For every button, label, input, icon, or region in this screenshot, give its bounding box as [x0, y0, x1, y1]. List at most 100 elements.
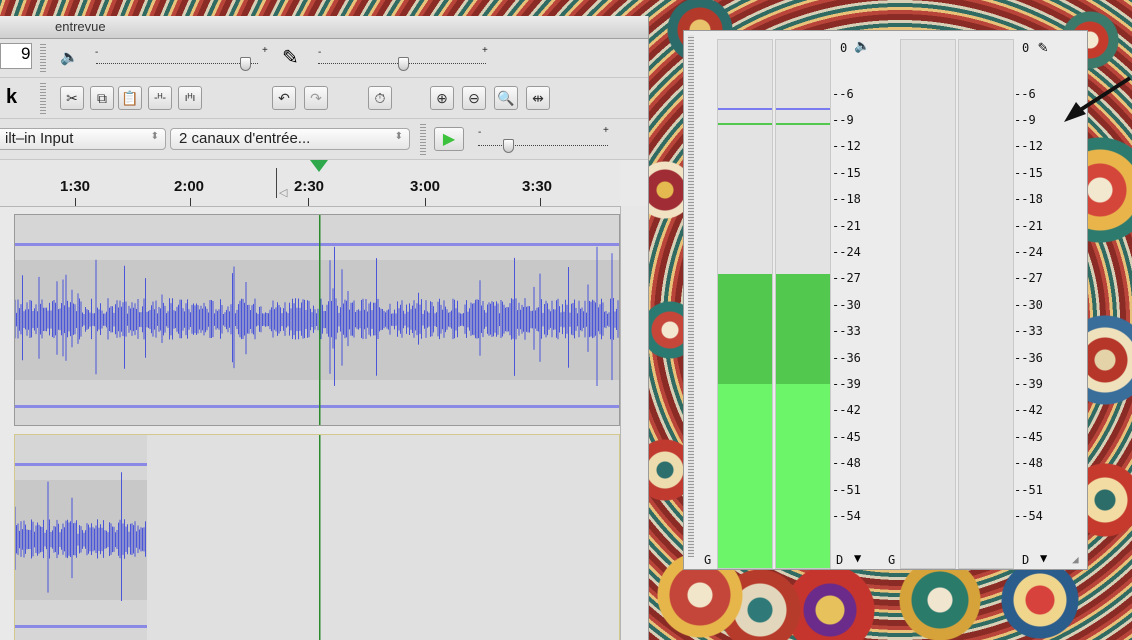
play-at-speed-button[interactable]: ▶: [434, 127, 464, 151]
output-slider-min: -: [95, 47, 99, 58]
record-meter-left-channel: [900, 39, 956, 569]
toolbar-grip[interactable]: [420, 122, 426, 156]
playhead-triangle-icon[interactable]: [310, 160, 328, 172]
silence-button[interactable]: ıᴴı: [178, 86, 202, 110]
scale-tick: --27: [1014, 271, 1043, 285]
scale-tick: --9: [1014, 113, 1036, 127]
silence-icon: ıᴴı: [184, 92, 196, 104]
scale-zero: 0: [1022, 41, 1030, 55]
copy-icon: ⧉: [97, 89, 107, 106]
select-arrows-icon: ⬍: [150, 131, 159, 142]
ruler-label: 2:00: [174, 178, 205, 195]
tool-letter-clipped: k: [6, 86, 18, 108]
ruler-tick: [190, 198, 191, 206]
scale-tick: --12: [832, 139, 861, 153]
fit-project-button[interactable]: ⇹: [526, 86, 550, 110]
scale-tick: --42: [1014, 403, 1043, 417]
peak-level-fill: [776, 274, 830, 384]
audio-track-2[interactable]: [14, 434, 620, 640]
playback-meter-menu-icon[interactable]: ▼: [854, 551, 861, 565]
zoom-in-icon: ⊕: [436, 89, 448, 106]
speed-slider-min: -: [478, 127, 482, 138]
speed-slider-max: +: [603, 125, 609, 136]
playback-left-channel-label: G: [704, 553, 712, 567]
selection-edge: [276, 168, 277, 198]
time-field-text: 9: [21, 44, 31, 63]
input-slider-min: -: [318, 47, 322, 58]
copy-button[interactable]: ⧉: [90, 86, 114, 110]
input-volume-thumb[interactable]: [398, 57, 409, 71]
microphone-icon: ✎: [282, 47, 299, 69]
vertical-scrollbar-track-1[interactable]: [620, 206, 648, 432]
paste-button[interactable]: 📋: [118, 86, 142, 110]
redo-button[interactable]: ↷: [304, 86, 328, 110]
output-volume-slider[interactable]: [96, 63, 258, 65]
peak-level-fill: [718, 274, 772, 384]
scale-tick: --21: [1014, 219, 1043, 233]
ruler-tick: [425, 198, 426, 206]
edit-toolbar: k ✂ ⧉ 📋 -ᴴ- ıᴴı ↶ ↷ ⏱ ⊕ ⊖ 🔍 ⇹: [0, 78, 648, 119]
scale-tick: --45: [1014, 430, 1043, 444]
record-meter-menu-icon[interactable]: ▼: [1040, 551, 1047, 565]
window-title: entrevue: [55, 19, 106, 34]
scale-zero: 0: [840, 41, 848, 55]
fit-project-icon: ⇹: [532, 89, 544, 106]
paste-icon: 📋: [121, 89, 139, 106]
undo-icon: ↶: [278, 89, 290, 106]
scale-tick: --51: [1014, 483, 1043, 497]
fit-selection-button[interactable]: 🔍: [494, 86, 518, 110]
input-device-select[interactable]: ilt–in Input ⬍: [0, 128, 166, 150]
scale-tick: --18: [1014, 192, 1043, 206]
playback-meter-left-channel: [717, 39, 773, 569]
toolbar-grip[interactable]: [40, 42, 46, 74]
playback-meter-right-channel: [775, 39, 831, 569]
playback-meter-scale: 0 🔈 --6 --9 --12 --15 --18 --21 --24 --2…: [832, 31, 892, 571]
vertical-scrollbar-track-2[interactable]: [620, 432, 648, 640]
max-peak-line: [776, 108, 830, 110]
cut-button[interactable]: ✂: [60, 86, 84, 110]
title-bar[interactable]: entrevue: [0, 16, 648, 39]
channels-select[interactable]: 2 canaux d'entrée... ⬍: [170, 128, 410, 150]
track-1-waveform: [15, 215, 619, 425]
scale-tick: --15: [832, 166, 861, 180]
rms-level-fill: [718, 384, 772, 568]
input-slider-max: +: [482, 45, 488, 56]
scale-tick: --45: [832, 430, 861, 444]
resize-grip-icon[interactable]: ◢: [1072, 553, 1079, 566]
time-field-clipped[interactable]: 9: [0, 43, 32, 69]
playback-speed-slider[interactable]: [478, 145, 608, 147]
mixer-toolbar: 9 🔈 - + ✎ - +: [0, 39, 648, 78]
audio-track-1[interactable]: [14, 214, 620, 426]
scale-tick: --33: [832, 324, 861, 338]
timeline-ruler[interactable]: 1:30 2:00 2:30 3:00 3:30 ◁: [0, 160, 620, 207]
scale-tick: --30: [832, 298, 861, 312]
output-slider-max: +: [262, 45, 268, 56]
scale-tick: --24: [1014, 245, 1043, 259]
record-left-channel-label: G: [888, 553, 896, 567]
scale-tick: --9: [832, 113, 854, 127]
ruler-tick: [75, 198, 76, 206]
scale-tick: --54: [832, 509, 861, 523]
scale-tick: --48: [832, 456, 861, 470]
scale-tick: --6: [1014, 87, 1036, 101]
undo-button[interactable]: ↶: [272, 86, 296, 110]
zoom-out-button[interactable]: ⊖: [462, 86, 486, 110]
audacity-main-window: entrevue 9 🔈 - + ✎ - + k ✂ ⧉ 📋 -ᴴ- ıᴴı ↶…: [0, 16, 649, 640]
record-meter-right-channel: [958, 39, 1014, 569]
channels-value: 2 canaux d'entrée...: [179, 130, 311, 147]
play-icon: ▶: [442, 131, 456, 148]
peak-hold-line: [718, 123, 772, 125]
sync-lock-button[interactable]: ⏱: [368, 86, 392, 110]
device-toolbar: ilt–in Input ⬍ 2 canaux d'entrée... ⬍ ▶ …: [0, 119, 648, 160]
toolbar-grip[interactable]: [40, 81, 46, 115]
meter-grip-left[interactable]: [688, 35, 694, 557]
zoom-in-button[interactable]: ⊕: [430, 86, 454, 110]
ruler-label: 3:00: [410, 178, 441, 195]
track-2-waveform: [15, 435, 619, 640]
output-volume-thumb[interactable]: [240, 57, 251, 71]
scale-tick: --27: [832, 271, 861, 285]
playback-speed-thumb[interactable]: [503, 139, 514, 153]
scale-tick: --54: [1014, 509, 1043, 523]
trim-button[interactable]: -ᴴ-: [148, 86, 172, 110]
ruler-tick: [540, 198, 541, 206]
